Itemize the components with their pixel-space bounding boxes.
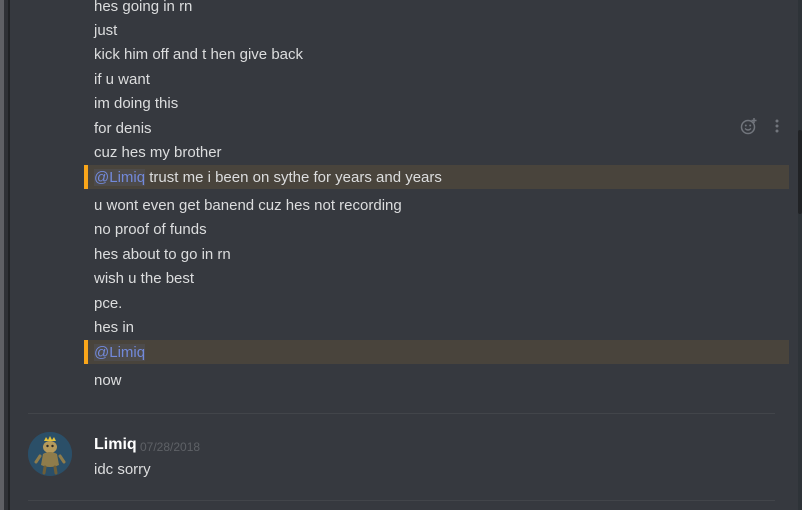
message-line: pce. (94, 295, 123, 312)
message-line: for denis (94, 120, 152, 137)
message-line: hes about to go in rn (94, 246, 231, 263)
user-mention[interactable]: @Limiq (94, 344, 146, 361)
chat-window: hes going in rn just kick him off and t … (0, 0, 802, 510)
message-author[interactable]: Limiq (94, 435, 137, 455)
message-line: idc sorry (94, 461, 151, 478)
message-hover-actions (740, 117, 786, 135)
add-reaction-icon[interactable] (740, 117, 758, 135)
message-timestamp: 07/28/2018 (140, 440, 201, 454)
user-mention[interactable]: @Limiq (94, 169, 146, 186)
message-line: wish u the best (94, 270, 195, 287)
mention-message: @Limiq trust me i been on sythe for year… (94, 168, 442, 188)
message-group-divider (28, 500, 775, 501)
more-options-icon[interactable] (768, 117, 786, 135)
mention-message: @Limiq (94, 343, 146, 363)
avatar-image (28, 432, 72, 476)
message-line: no proof of funds (94, 221, 207, 238)
mention-highlight (84, 340, 789, 364)
message-line: kick him off and t hen give back (94, 46, 304, 63)
message-line: just (94, 22, 118, 39)
message-line: cuz hes my brother (94, 144, 222, 161)
message-line: hes in (94, 319, 135, 336)
channel-list-edge (0, 0, 10, 510)
scrollbar-track[interactable] (798, 0, 802, 510)
message-line: u wont even get banend cuz hes not recor… (94, 197, 402, 214)
message-line: if u want (94, 71, 150, 88)
message-line: now (94, 372, 122, 389)
message-group-divider (28, 413, 775, 414)
avatar[interactable] (28, 432, 72, 476)
mention-message-text: trust me i been on sythe for years and y… (145, 169, 442, 186)
scrollbar-thumb[interactable] (798, 130, 802, 214)
message-line: hes going in rn (94, 0, 193, 15)
message-line: im doing this (94, 95, 179, 112)
